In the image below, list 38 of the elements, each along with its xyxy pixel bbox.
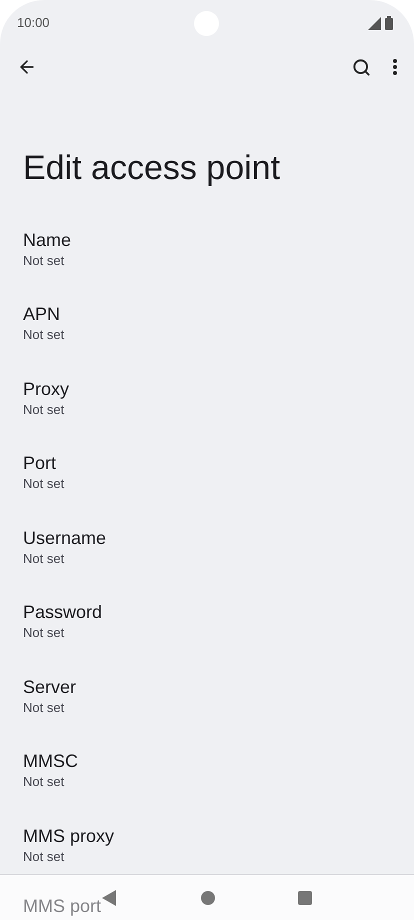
setting-item[interactable]: Proxy Not set	[0, 376, 92, 419]
setting-item[interactable]: MMSC Not set	[0, 749, 101, 792]
back-nav-button[interactable]	[102, 888, 118, 906]
setting-label: MMSC	[23, 750, 78, 774]
setting-label: MMS proxy	[23, 824, 114, 848]
setting-item[interactable]: Password Not set	[0, 600, 126, 642]
more-options-button[interactable]	[391, 57, 399, 78]
setting-value: Not set	[23, 400, 66, 419]
setting-label[interactable]: MMS port	[23, 896, 102, 916]
more-options-icon	[393, 59, 397, 76]
setting-value: Not set	[23, 848, 66, 866]
setting-item[interactable]: Username Not set	[0, 526, 130, 568]
setting-label: Username	[23, 526, 106, 550]
setting-label: Proxy	[23, 378, 70, 401]
search-icon	[352, 58, 371, 77]
setting-value: Not set	[23, 624, 66, 642]
setting-label: Name	[23, 228, 72, 252]
setting-label: Server	[23, 676, 76, 699]
setting-item[interactable]: Server Not set	[0, 674, 100, 717]
signal-icon	[368, 16, 381, 30]
setting-value: Not set	[23, 326, 64, 344]
setting-label: Port	[23, 452, 58, 476]
setting-label: APN	[23, 303, 62, 326]
setting-value: Not set	[23, 475, 64, 494]
setting-item[interactable]: Name Not set	[0, 228, 94, 270]
home-nav-button[interactable]	[200, 890, 215, 904]
page-title: Edit access point	[23, 148, 280, 189]
status-time: 10:00	[17, 14, 50, 32]
setting-item[interactable]: MMS proxy Not set	[0, 824, 138, 866]
setting-item[interactable]: APN Not set	[0, 302, 88, 344]
setting-value: Not set	[23, 550, 66, 568]
setting-label: Password	[23, 601, 102, 624]
recents-nav-button[interactable]	[298, 890, 312, 904]
setting-value: Not set	[23, 773, 66, 792]
setting-value: Not set	[23, 698, 66, 717]
battery-icon	[385, 16, 393, 30]
setting-item[interactable]: Port Not set	[0, 451, 88, 494]
setting-value: Not set	[23, 252, 66, 270]
